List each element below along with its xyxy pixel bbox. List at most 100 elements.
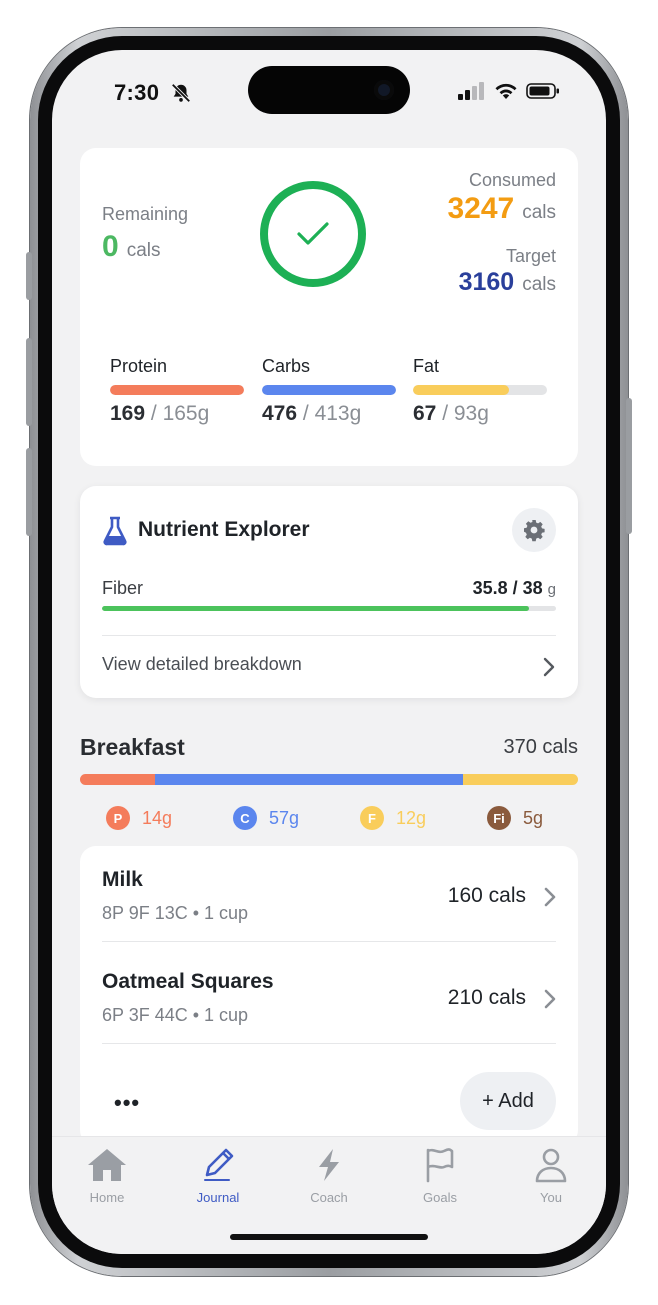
meal-bar-segment-fat (463, 774, 578, 785)
meal-bar-segment-protein (80, 774, 155, 785)
protein-badge-icon: P (106, 806, 130, 830)
fiber-badge-icon: Fi (487, 806, 511, 830)
flask-icon (103, 516, 127, 546)
tab-coach[interactable]: Coach (284, 1147, 374, 1205)
camera-icon (374, 80, 394, 100)
fiber-unit: g (547, 581, 556, 598)
fat-chip: F 12g (360, 806, 487, 830)
status-indicators (458, 82, 560, 100)
tab-you[interactable]: You (506, 1147, 596, 1205)
nutrient-explorer-title: Nutrient Explorer (138, 518, 310, 541)
macro-values: 476 / 413g (262, 402, 362, 425)
macro-goal: 165g (162, 402, 210, 425)
carbs-chip: C 57g (233, 806, 360, 830)
remaining-label: Remaining (102, 204, 189, 224)
settings-button[interactable] (512, 508, 556, 552)
food-detail: 8P 9F 13C • 1 cup (102, 903, 249, 923)
protein-chip: P 14g (106, 806, 233, 830)
food-detail: 6P 3F 44C • 1 cup (102, 1005, 249, 1025)
remaining-calories: 0 cals (102, 230, 160, 264)
remaining-unit: cals (126, 240, 161, 261)
food-calories: 160 cals (447, 884, 526, 907)
home-indicator (230, 1234, 428, 1240)
macro-label: Carbs (262, 356, 311, 376)
power-button (626, 398, 632, 534)
divider (102, 1043, 556, 1044)
macro-consumed: 67 (413, 402, 437, 425)
chevron-right-icon[interactable] (542, 656, 556, 678)
fat-value: 12g (396, 807, 427, 828)
carbs-badge-icon: C (233, 806, 257, 830)
fiber-value: 5g (523, 807, 544, 828)
battery-icon (526, 83, 559, 99)
macro-protein: Protein 169 / 165g (110, 356, 244, 426)
gear-icon (524, 520, 545, 542)
food-item-oatmeal-squares[interactable]: Oatmeal Squares 6P 3F 44C • 1 cup 210 ca… (102, 948, 556, 1044)
lightning-icon (319, 1149, 339, 1181)
meal-macro-bar (80, 774, 578, 785)
tab-label: You (540, 1190, 562, 1205)
macro-values: 169 / 165g (110, 402, 210, 425)
consumed-value: 3247 (447, 192, 515, 225)
macro-progress-track (413, 385, 547, 395)
consumed-label: Consumed (468, 170, 556, 190)
more-options-button[interactable]: ••• (114, 1090, 140, 1116)
fiber-progress-track (102, 606, 556, 611)
fiber-progress-fill (102, 606, 529, 611)
tab-label: Coach (310, 1190, 348, 1205)
macro-consumed: 476 (262, 402, 298, 425)
action-button (26, 252, 32, 300)
fiber-amount: 35.8 / 38 (472, 578, 543, 598)
calorie-progress-ring (260, 181, 366, 287)
macro-consumed: 169 (110, 402, 146, 425)
target-label: Target (505, 246, 556, 266)
signal-icon (458, 82, 484, 100)
macro-goal: 413g (314, 402, 362, 425)
tab-label: Journal (196, 1190, 240, 1205)
fat-badge-icon: F (360, 806, 384, 830)
tab-journal[interactable]: Journal (173, 1147, 263, 1205)
food-item-milk[interactable]: Milk 8P 9F 13C • 1 cup 160 cals (102, 846, 556, 942)
macro-progress-fill (110, 385, 244, 395)
tab-label: Goals (423, 1190, 457, 1205)
macro-values: 67 / 93g (413, 402, 489, 425)
pencil-icon (204, 1148, 234, 1181)
home-icon (88, 1149, 126, 1181)
macro-label: Fat (413, 356, 440, 376)
meal-calories: 370 cals (503, 736, 579, 758)
macro-fat: Fat 67 / 93g (413, 356, 547, 426)
food-calories: 210 cals (447, 986, 526, 1009)
fiber-label: Fiber (102, 578, 144, 598)
nutrient-explorer-card[interactable]: Nutrient Explorer Fiber 35.8 / 38 g View… (80, 486, 578, 698)
food-name: Oatmeal Squares (102, 970, 274, 993)
add-food-button[interactable]: + Add (460, 1072, 556, 1130)
status-time: 7:30 (114, 80, 160, 105)
target-unit: cals (522, 274, 556, 295)
macro-carbs: Carbs 476 / 413g (262, 356, 396, 426)
calorie-summary-card: Remaining 0 cals Consumed 3247 cals Targ… (80, 148, 578, 466)
macro-progress-track (110, 385, 244, 395)
app-screen: 7:30 Remaining 0 cals Consumed 3247 cals… (52, 50, 606, 1254)
macro-progress-fill (262, 385, 396, 395)
remaining-value: 0 (102, 230, 119, 263)
consumed-unit: cals (522, 202, 556, 223)
macro-progress-fill (413, 385, 510, 395)
macro-label: Protein (110, 356, 168, 376)
meal-food-list: Milk 8P 9F 13C • 1 cup 160 cals Oatmeal … (80, 846, 578, 1146)
checkmark-icon (297, 222, 329, 245)
wifi-icon (495, 83, 517, 99)
fiber-chip: Fi 5g (487, 806, 606, 830)
macro-goal: 93g (453, 402, 489, 425)
divider (102, 635, 556, 636)
tab-goals[interactable]: Goals (395, 1147, 485, 1205)
meal-title: Breakfast (80, 734, 185, 760)
tab-home[interactable]: Home (62, 1147, 152, 1205)
target-value: 3160 (458, 268, 515, 296)
chevron-right-icon (544, 887, 556, 907)
chevron-right-icon (544, 989, 556, 1009)
fiber-value: 35.8 / 38 g (473, 578, 556, 599)
view-breakdown-link[interactable]: View detailed breakdown (102, 654, 302, 675)
person-icon (535, 1148, 567, 1183)
carbs-value: 57g (269, 807, 300, 828)
protein-value: 14g (142, 807, 173, 828)
